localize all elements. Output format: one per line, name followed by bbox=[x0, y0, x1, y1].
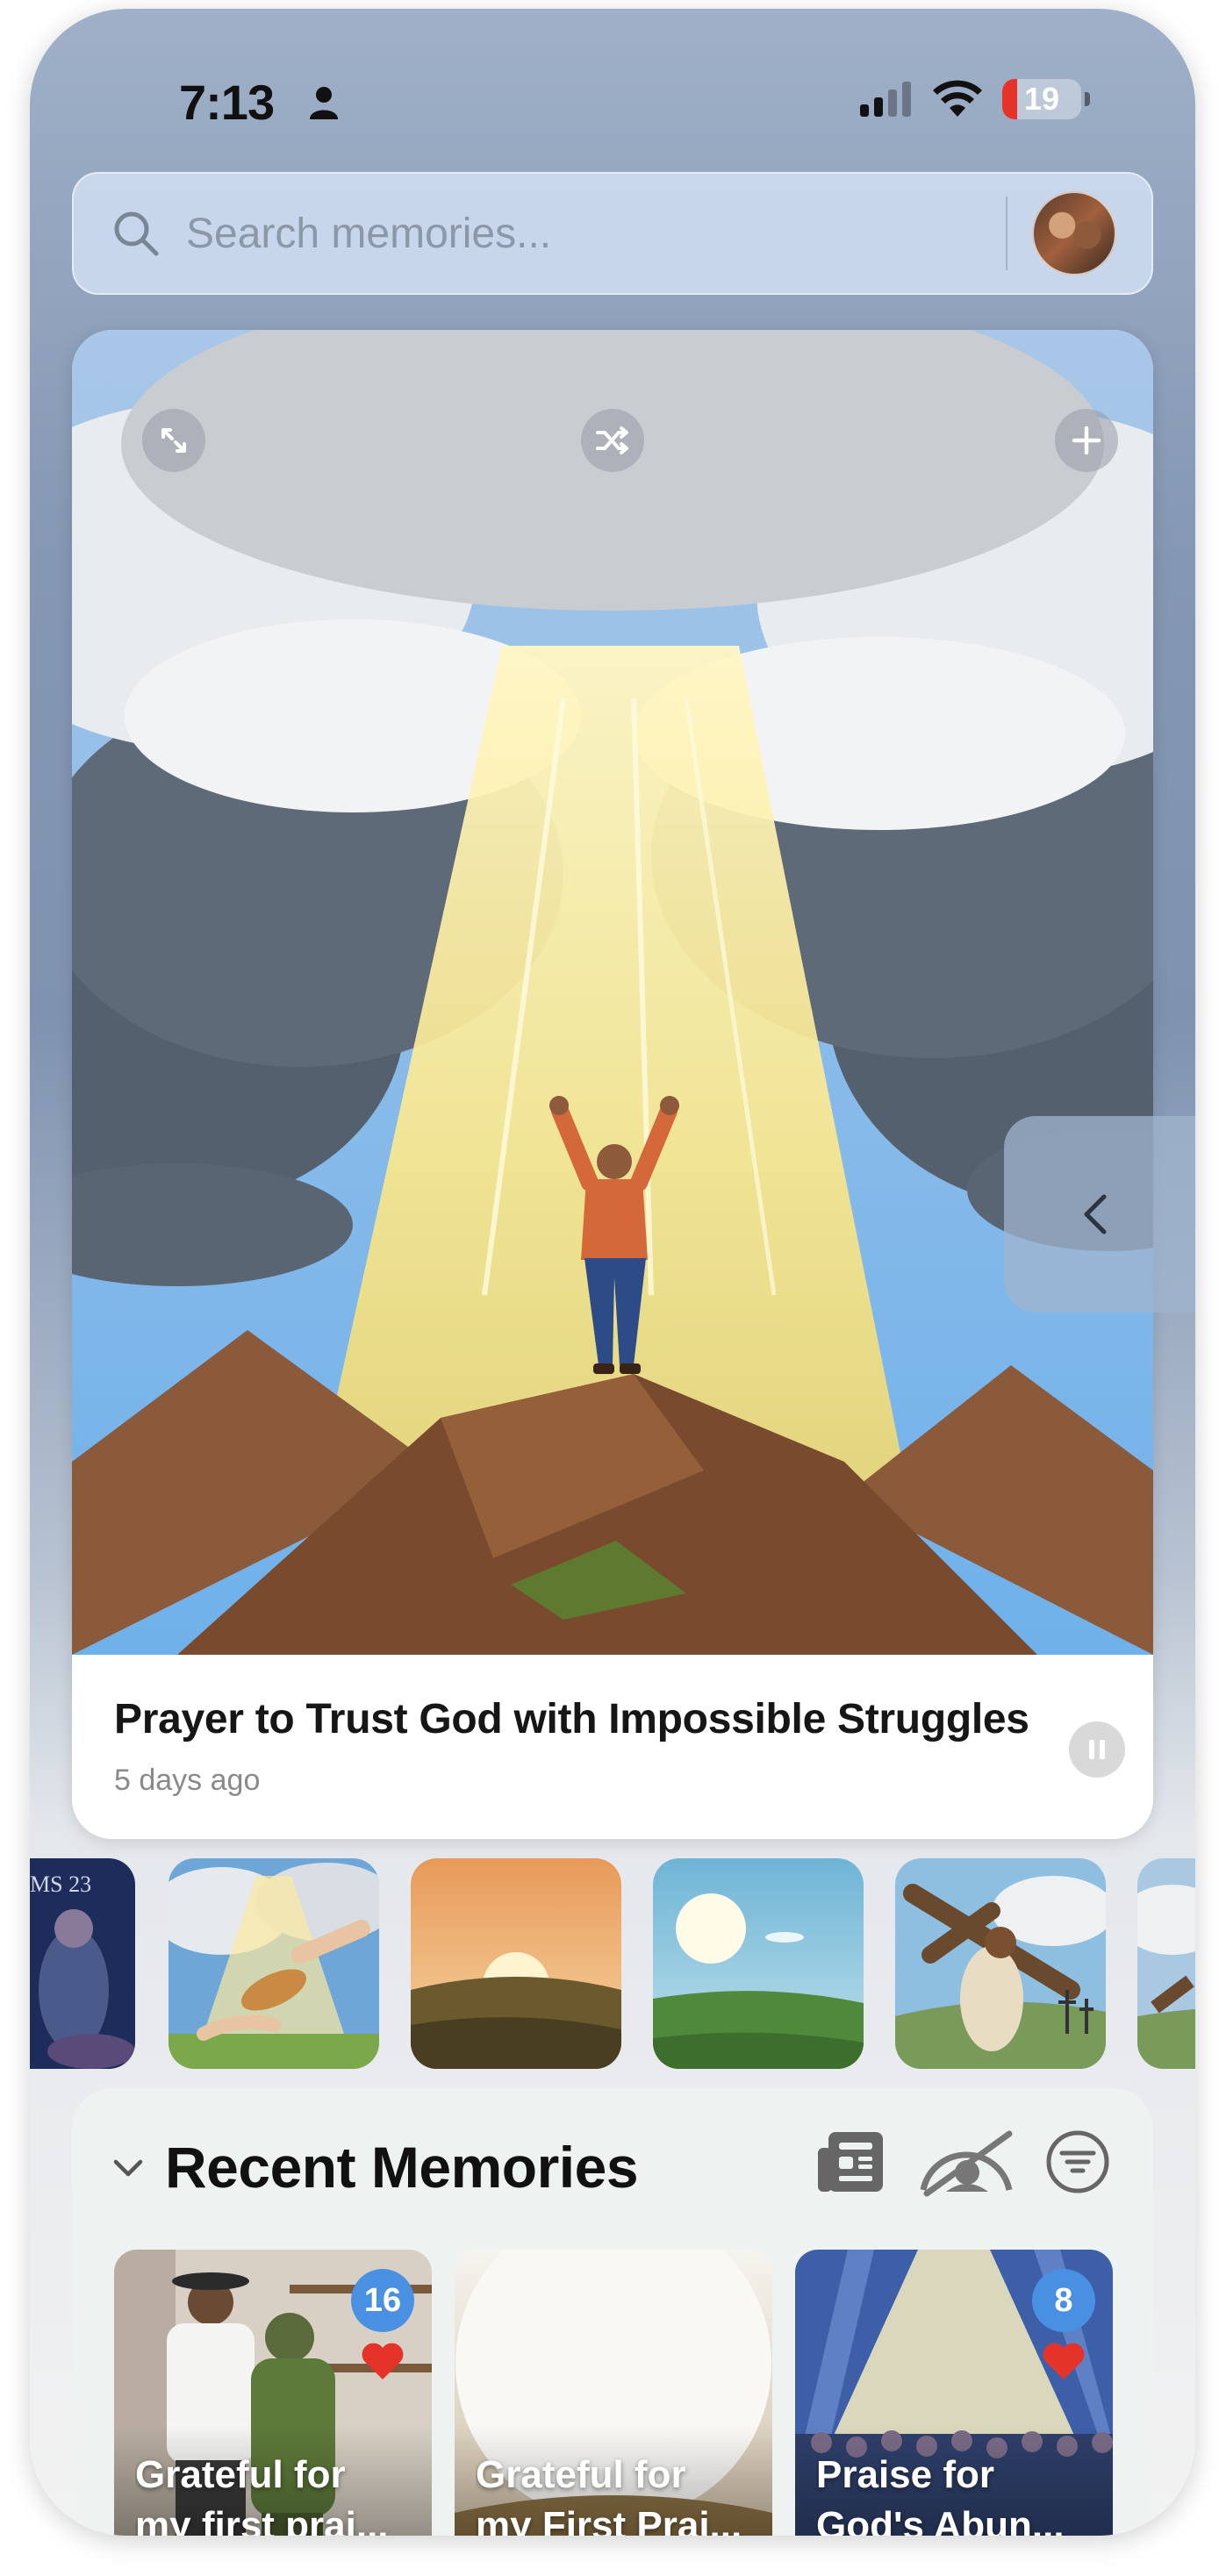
add-button[interactable] bbox=[1055, 409, 1118, 472]
recent-memories-panel: Recent Memories 16 Grateful for my first… bbox=[72, 2088, 1153, 2536]
avatar[interactable] bbox=[1032, 191, 1116, 275]
featured-memory-caption: Prayer to Trust God with Impossible Stru… bbox=[72, 1655, 1153, 1839]
memory-card-title: Praise for God's Abun... bbox=[816, 2450, 1099, 2536]
memory-card-title: Grateful for my First Prai... bbox=[476, 2450, 758, 2536]
memory-card-title-line-2: God's Abun... bbox=[816, 2504, 1065, 2536]
memory-card-title: Grateful for my first prai... bbox=[135, 2450, 418, 2536]
filter-icon[interactable] bbox=[1044, 2129, 1111, 2195]
hidden-icon[interactable] bbox=[918, 2127, 1015, 2197]
featured-memory-title: Prayer to Trust God with Impossible Stru… bbox=[114, 1696, 1029, 1742]
battery-indicator: 19 bbox=[1002, 79, 1081, 119]
heart-icon[interactable] bbox=[1041, 2341, 1086, 2381]
heart-icon[interactable] bbox=[360, 2341, 405, 2381]
psalms-23-image: MS 23 bbox=[30, 1858, 135, 2069]
memory-card-title-line-1: Grateful for bbox=[476, 2453, 686, 2496]
jesus-cross-thumbnail[interactable] bbox=[895, 1858, 1106, 2069]
side-panel-tab[interactable] bbox=[1004, 1116, 1195, 1313]
memory-card-title-line-1: Grateful for bbox=[135, 2453, 346, 2496]
featured-memory-timestamp: 5 days ago bbox=[114, 1764, 261, 1797]
chevron-left-icon bbox=[1084, 1194, 1107, 1234]
expand-icon bbox=[161, 428, 186, 453]
search-icon bbox=[114, 211, 159, 256]
shuffle-button[interactable] bbox=[581, 409, 644, 472]
status-indicators: 19 bbox=[860, 79, 1090, 119]
bread-offering-image bbox=[169, 1858, 379, 2069]
psalms-23-caption: MS 23 bbox=[30, 1871, 91, 1897]
expand-button[interactable] bbox=[142, 409, 205, 472]
memory-card-title-line-1: Praise for bbox=[816, 2453, 994, 2496]
sunset-image bbox=[411, 1858, 621, 2069]
chevron-down-icon[interactable] bbox=[111, 2150, 146, 2185]
status-time: 7:13 bbox=[179, 75, 275, 130]
count-badge: 8 bbox=[1032, 2269, 1095, 2332]
green-hills-thumbnail[interactable] bbox=[653, 1858, 864, 2069]
wifi-icon bbox=[933, 80, 982, 117]
person-icon bbox=[310, 87, 338, 119]
pause-icon bbox=[1089, 1740, 1105, 1759]
search-bar[interactable] bbox=[72, 172, 1153, 295]
battery-fill bbox=[1002, 79, 1018, 119]
memory-card-title-line-2: my first prai... bbox=[135, 2504, 389, 2536]
phone-screen: 7:13 19 Search memories... Prayer to Tru… bbox=[30, 9, 1195, 2536]
green-hills-image bbox=[653, 1858, 864, 2069]
bread-offering-thumbnail[interactable] bbox=[169, 1858, 379, 2069]
search-divider bbox=[1006, 197, 1007, 270]
count-badge: 16 bbox=[351, 2269, 414, 2332]
partial-thumbnail-image bbox=[1137, 1858, 1195, 2069]
psalms-23-thumbnail[interactable]: MS 23 bbox=[30, 1858, 135, 2069]
memory-card[interactable]: Grateful for my First Prai... bbox=[455, 2250, 772, 2536]
newspaper-icon[interactable] bbox=[814, 2127, 888, 2197]
search-input[interactable] bbox=[186, 209, 1006, 258]
jesus-cross-image bbox=[895, 1858, 1106, 2069]
shuffle-icon bbox=[596, 426, 628, 454]
memory-card[interactable]: 16 Grateful for my first prai... bbox=[114, 2250, 432, 2536]
plus-icon bbox=[1072, 426, 1101, 455]
featured-memory-card[interactable]: Prayer to Trust God with Impossible Stru… bbox=[72, 330, 1153, 1839]
sunset-thumbnail[interactable] bbox=[411, 1858, 621, 2069]
battery-tip bbox=[1085, 92, 1090, 106]
memory-card-title-line-2: my First Prai... bbox=[476, 2504, 742, 2536]
pause-button[interactable] bbox=[1069, 1721, 1125, 1778]
recent-memories-title[interactable]: Recent Memories bbox=[165, 2134, 639, 2200]
cellular-signal-icon bbox=[860, 82, 911, 117]
memory-card[interactable]: 8 Praise for God's Abun... bbox=[795, 2250, 1113, 2536]
partial-thumbnail[interactable] bbox=[1137, 1858, 1195, 2069]
recent-memories-actions bbox=[814, 2127, 1111, 2197]
memory-thumbnail-strip[interactable]: MS 23 bbox=[30, 1858, 1195, 2069]
featured-memory-image bbox=[72, 330, 1153, 1655]
battery-level: 19 bbox=[1023, 81, 1060, 117]
